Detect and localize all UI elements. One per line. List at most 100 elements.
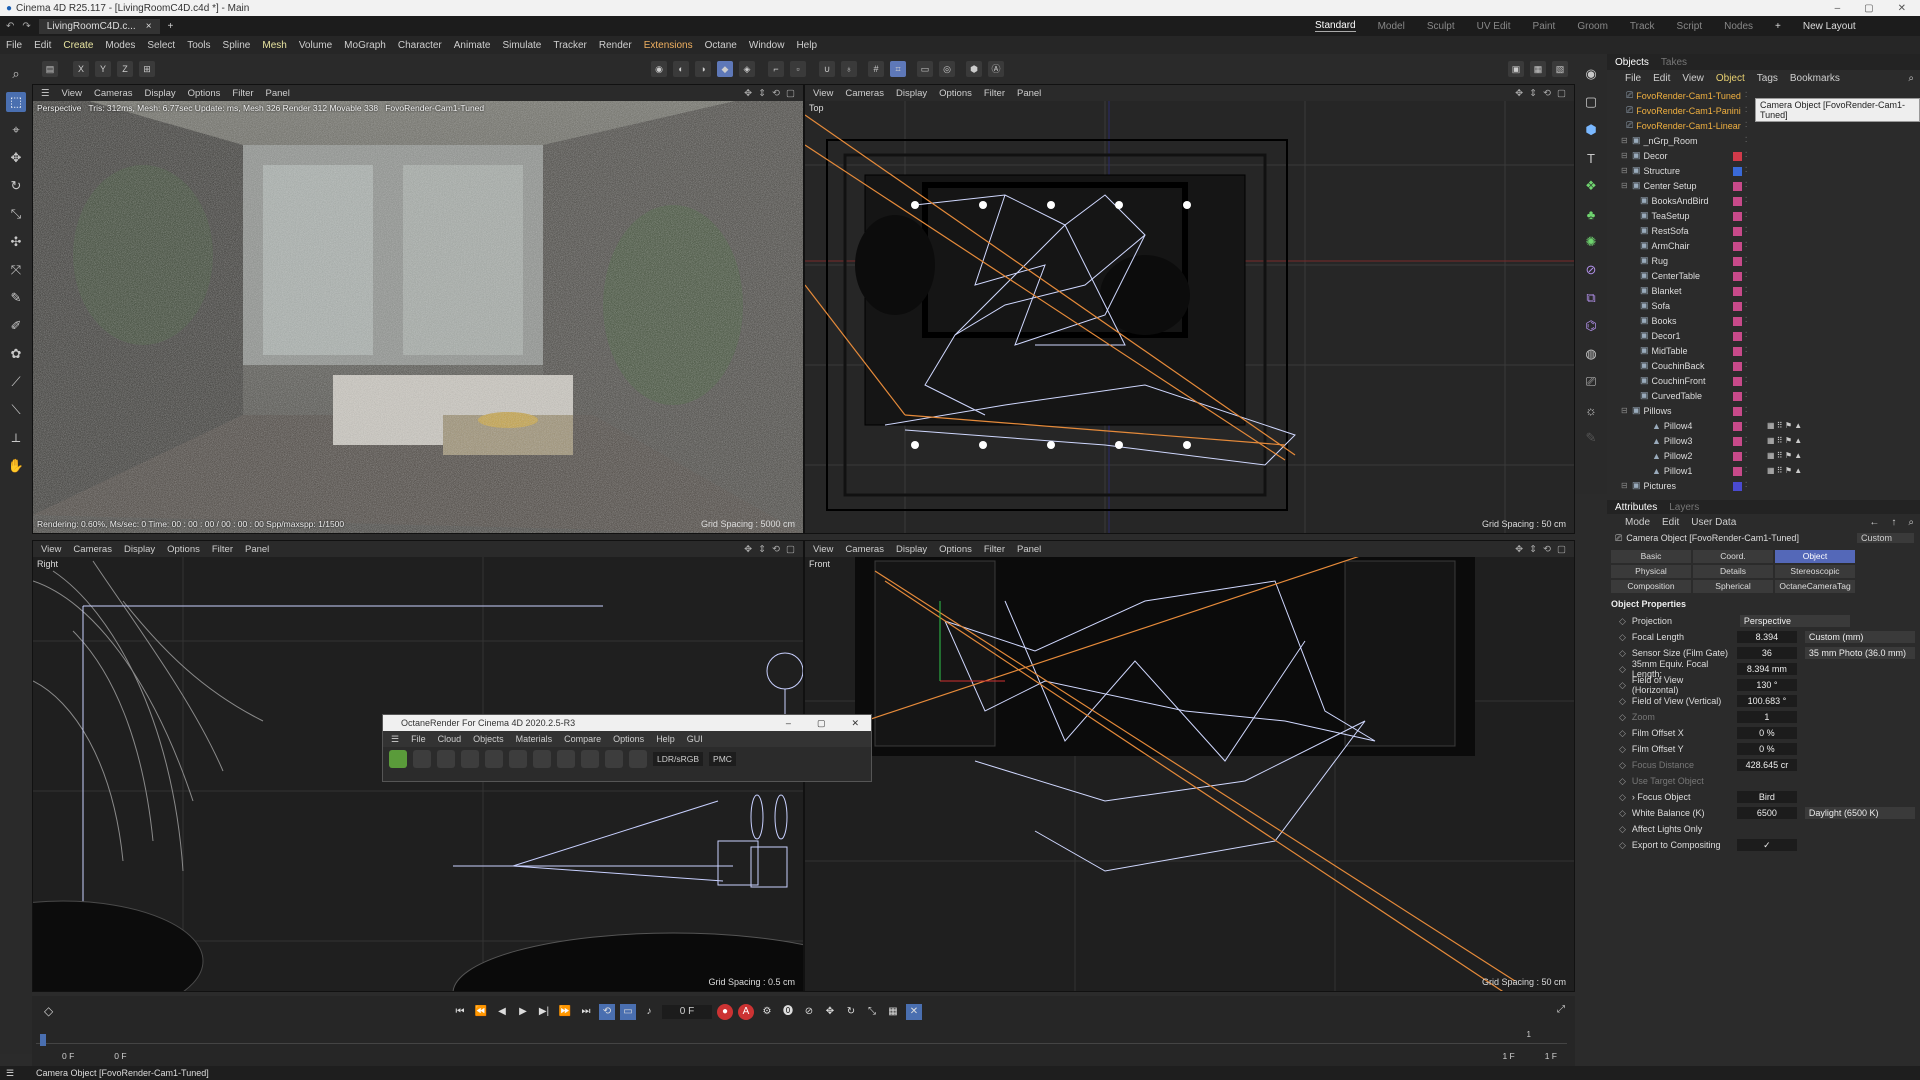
vp-top-menu-display[interactable]: Display	[896, 88, 927, 99]
vp-menu-display[interactable]: Display	[145, 88, 176, 99]
layer-color-swatch[interactable]	[1733, 272, 1742, 281]
octane-menu-compare[interactable]: Compare	[564, 734, 601, 744]
tab-takes[interactable]: Takes	[1661, 57, 1687, 68]
layout-sculpt[interactable]: Sculpt	[1427, 21, 1455, 32]
dolly-icon[interactable]: ⇕	[758, 88, 766, 99]
animate-diamond-icon[interactable]: ◇	[1619, 712, 1626, 723]
menu-mesh[interactable]: Mesh	[262, 40, 286, 51]
vp-right-menu-cameras[interactable]: Cameras	[73, 544, 112, 555]
layer-color-swatch[interactable]	[1733, 317, 1742, 326]
maximize-viewport-icon[interactable]: ▢	[1557, 88, 1566, 99]
vp-top-menu-cameras[interactable]: Cameras	[845, 88, 884, 99]
text-icon[interactable]: T	[1581, 148, 1601, 168]
vp-top-menu-panel[interactable]: Panel	[1017, 88, 1041, 99]
object-tree-row[interactable]: ▣ Sofa ⁚	[1607, 298, 1920, 313]
edges-mode-icon[interactable]: ◐	[673, 61, 689, 77]
octane-material-icon[interactable]	[533, 750, 551, 768]
add-layout-icon[interactable]: +	[1775, 21, 1781, 32]
menu-octane[interactable]: Octane	[705, 40, 737, 51]
coordinate-system-icon[interactable]: ⊞	[139, 61, 155, 77]
octane-colorspace-select[interactable]: LDR/sRGB	[653, 752, 704, 766]
vp-menu-panel[interactable]: Panel	[266, 88, 290, 99]
visibility-dots-icon[interactable]: ⁚	[1745, 391, 1747, 399]
visibility-dots-icon[interactable]: ⁚	[1745, 256, 1747, 264]
layout-paint[interactable]: Paint	[1533, 21, 1556, 32]
pan-icon[interactable]: ✥	[1515, 88, 1523, 99]
layout-nodes[interactable]: Nodes	[1724, 21, 1753, 32]
brush-icon[interactable]: ⟋	[6, 372, 26, 392]
vp-right-menu-options[interactable]: Options	[167, 544, 200, 555]
object-tree-row[interactable]: ⊟ ▣ Center Setup ⁚	[1607, 178, 1920, 193]
timeline-playhead[interactable]	[40, 1034, 46, 1046]
tab-layers[interactable]: Layers	[1669, 502, 1699, 513]
octane-settings-icon[interactable]	[485, 750, 503, 768]
layout-uv-edit[interactable]: UV Edit	[1477, 21, 1511, 32]
attr-property-value[interactable]: Bird	[1736, 791, 1797, 803]
param-icon[interactable]: ⊘	[801, 1004, 817, 1020]
render-settings-icon[interactable]: ▧	[1552, 61, 1568, 77]
menu-select[interactable]: Select	[147, 40, 175, 51]
layout-groom[interactable]: Groom	[1577, 21, 1608, 32]
viewport-perspective[interactable]: ☰ View Cameras Display Options Filter Pa…	[32, 84, 804, 534]
measure-icon[interactable]: ⟂	[6, 428, 26, 448]
octane-menu-materials[interactable]: Materials	[516, 734, 553, 744]
attr-property-value[interactable]: 100.683 °	[1736, 695, 1797, 707]
octane-logo-icon[interactable]: ◉	[1581, 64, 1601, 84]
animate-diamond-icon[interactable]: ◇	[1619, 824, 1626, 835]
object-tree-row[interactable]: ▣ MidTable ⁚	[1607, 343, 1920, 358]
menu-window[interactable]: Window	[749, 40, 785, 51]
range-end-field[interactable]: 1 F	[1502, 1051, 1514, 1061]
pan-icon[interactable]: ✥	[744, 544, 752, 555]
visibility-dots-icon[interactable]: ⁚	[1745, 466, 1747, 474]
object-tags-icon[interactable]: ▦ ⠿ ⚑ ▲	[1767, 436, 1802, 445]
obj-menu-edit[interactable]: Edit	[1653, 73, 1670, 84]
attr-tab-physical[interactable]: Physical	[1611, 565, 1691, 578]
attr-property-value[interactable]: 8.394 mm	[1736, 663, 1797, 675]
octane-menu-file[interactable]: File	[411, 734, 426, 744]
model-mode-icon[interactable]: ◆	[717, 61, 733, 77]
redo-icon[interactable]: ↷	[22, 21, 30, 32]
vp-front-menu-display[interactable]: Display	[896, 544, 927, 555]
attr-property-value[interactable]: 6500	[1736, 807, 1797, 819]
object-tree-row[interactable]: ⊟ ▣ Pictures ⁚	[1607, 478, 1920, 493]
animate-diamond-icon[interactable]: ◇	[1619, 760, 1626, 771]
effector-icon[interactable]: ⊘	[1581, 260, 1601, 280]
vp-front-menu-options[interactable]: Options	[939, 544, 972, 555]
layer-color-swatch[interactable]	[1733, 242, 1742, 251]
scale-key-icon[interactable]: ⤡	[864, 1004, 880, 1020]
camera-icon[interactable]: ⎚	[1581, 372, 1601, 392]
visibility-dots-icon[interactable]: ⁚	[1745, 331, 1747, 339]
octane-render-window[interactable]: OctaneRender For Cinema 4D 2020.2.5-R3 –…	[382, 714, 872, 782]
menu-tracker[interactable]: Tracker	[553, 40, 587, 51]
pan-icon[interactable]: ✥	[1515, 544, 1523, 555]
animate-diamond-icon[interactable]: ◇	[1619, 616, 1626, 627]
visibility-dots-icon[interactable]: ⁚	[1745, 451, 1747, 459]
viewport-top[interactable]: View Cameras Display Options Filter Pane…	[804, 84, 1575, 534]
maximize-button[interactable]: ▢	[1864, 3, 1873, 14]
menu-extensions[interactable]: Extensions	[644, 40, 693, 51]
field-icon[interactable]: ⧉	[1581, 288, 1601, 308]
obj-menu-view[interactable]: View	[1682, 73, 1704, 84]
viewport-front[interactable]: View Cameras Display Options Filter Pane…	[804, 540, 1575, 992]
visibility-dots-icon[interactable]: ⁚	[1745, 421, 1747, 429]
visibility-dots-icon[interactable]: ⁚	[1745, 376, 1747, 384]
vp-menu-view[interactable]: View	[62, 88, 82, 99]
attr-property-select[interactable]: Custom (mm)	[1804, 631, 1915, 643]
spline-icon[interactable]: ⌬	[1581, 316, 1601, 336]
vp-right-menu-filter[interactable]: Filter	[212, 544, 233, 555]
attr-property-select[interactable]: Perspective	[1739, 615, 1850, 627]
menu-render[interactable]: Render	[599, 40, 632, 51]
vp-menu-filter[interactable]: Filter	[232, 88, 253, 99]
target-icon[interactable]: ◎	[939, 61, 955, 77]
vp-right-menu-display[interactable]: Display	[124, 544, 155, 555]
new-layout-button[interactable]: New Layout	[1803, 21, 1856, 32]
vp-top-menu-options[interactable]: Options	[939, 88, 972, 99]
visibility-dots-icon[interactable]: ⁚	[1745, 196, 1747, 204]
workplane-icon[interactable]: ⌐	[768, 61, 784, 77]
octane-start-render-icon[interactable]	[389, 750, 407, 768]
layer-color-swatch[interactable]	[1733, 257, 1742, 266]
attr-tab-details[interactable]: Details	[1693, 565, 1773, 578]
attr-property-value[interactable]: 36	[1736, 647, 1797, 659]
layer-color-swatch[interactable]	[1733, 212, 1742, 221]
search-icon[interactable]: ⌕	[6, 64, 26, 84]
